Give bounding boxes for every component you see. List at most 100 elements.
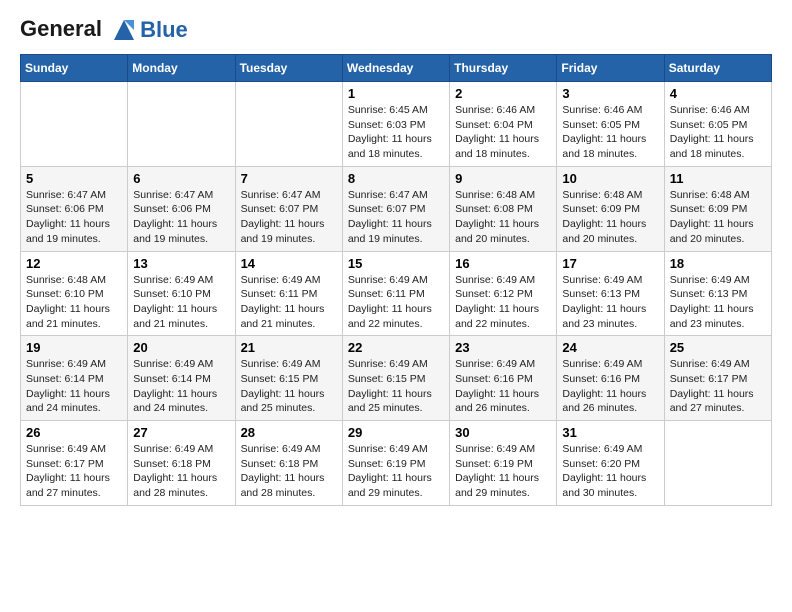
calendar-cell: 30 Sunrise: 6:49 AMSunset: 6:19 PMDayligh… <box>450 421 557 506</box>
calendar-cell: 16 Sunrise: 6:49 AMSunset: 6:12 PMDayligh… <box>450 251 557 336</box>
day-info: Sunrise: 6:49 AMSunset: 6:13 PMDaylight:… <box>562 273 658 332</box>
day-number: 21 <box>241 340 337 355</box>
calendar-cell: 27 Sunrise: 6:49 AMSunset: 6:18 PMDayligh… <box>128 421 235 506</box>
day-number: 27 <box>133 425 229 440</box>
calendar-cell: 12 Sunrise: 6:48 AMSunset: 6:10 PMDayligh… <box>21 251 128 336</box>
calendar-table: SundayMondayTuesdayWednesdayThursdayFrid… <box>20 54 772 506</box>
day-number: 11 <box>670 171 766 186</box>
calendar-cell: 29 Sunrise: 6:49 AMSunset: 6:19 PMDayligh… <box>342 421 449 506</box>
week-row-4: 19 Sunrise: 6:49 AMSunset: 6:14 PMDayligh… <box>21 336 772 421</box>
day-number: 29 <box>348 425 444 440</box>
calendar-cell <box>21 82 128 167</box>
day-info: Sunrise: 6:48 AMSunset: 6:10 PMDaylight:… <box>26 273 122 332</box>
day-info: Sunrise: 6:46 AMSunset: 6:05 PMDaylight:… <box>562 103 658 162</box>
day-number: 24 <box>562 340 658 355</box>
day-number: 5 <box>26 171 122 186</box>
calendar-cell: 19 Sunrise: 6:49 AMSunset: 6:14 PMDayligh… <box>21 336 128 421</box>
calendar-cell: 5 Sunrise: 6:47 AMSunset: 6:06 PMDaylight… <box>21 166 128 251</box>
day-number: 12 <box>26 256 122 271</box>
calendar-cell: 20 Sunrise: 6:49 AMSunset: 6:14 PMDayligh… <box>128 336 235 421</box>
day-number: 30 <box>455 425 551 440</box>
day-number: 1 <box>348 86 444 101</box>
day-number: 16 <box>455 256 551 271</box>
logo-general: General <box>20 16 102 41</box>
day-info: Sunrise: 6:47 AMSunset: 6:06 PMDaylight:… <box>26 188 122 247</box>
calendar-cell: 22Sunrise: 6:49 AMSunset: 6:15 PMDayligh… <box>342 336 449 421</box>
calendar-cell: 1 Sunrise: 6:45 AMSunset: 6:03 PMDaylight… <box>342 82 449 167</box>
day-info: Sunrise: 6:47 AMSunset: 6:07 PMDaylight:… <box>241 188 337 247</box>
calendar-cell: 21 Sunrise: 6:49 AMSunset: 6:15 PMDayligh… <box>235 336 342 421</box>
calendar-cell: 18 Sunrise: 6:49 AMSunset: 6:13 PMDayligh… <box>664 251 771 336</box>
calendar-cell: 13Sunrise: 6:49 AMSunset: 6:10 PMDayligh… <box>128 251 235 336</box>
day-info: Sunrise: 6:48 AMSunset: 6:09 PMDaylight:… <box>670 188 766 247</box>
week-row-3: 12 Sunrise: 6:48 AMSunset: 6:10 PMDayligh… <box>21 251 772 336</box>
calendar-cell: 3Sunrise: 6:46 AMSunset: 6:05 PMDaylight… <box>557 82 664 167</box>
day-info: Sunrise: 6:45 AMSunset: 6:03 PMDaylight:… <box>348 103 444 162</box>
calendar-cell: 6Sunrise: 6:47 AMSunset: 6:06 PMDaylight… <box>128 166 235 251</box>
day-number: 19 <box>26 340 122 355</box>
calendar-cell: 26 Sunrise: 6:49 AMSunset: 6:17 PMDayligh… <box>21 421 128 506</box>
day-number: 28 <box>241 425 337 440</box>
day-info: Sunrise: 6:49 AMSunset: 6:17 PMDaylight:… <box>670 357 766 416</box>
weekday-saturday: Saturday <box>664 55 771 82</box>
day-info: Sunrise: 6:49 AMSunset: 6:19 PMDaylight:… <box>348 442 444 501</box>
day-number: 6 <box>133 171 229 186</box>
day-info: Sunrise: 6:49 AMSunset: 6:14 PMDaylight:… <box>26 357 122 416</box>
day-info: Sunrise: 6:49 AMSunset: 6:19 PMDaylight:… <box>455 442 551 501</box>
day-info: Sunrise: 6:47 AMSunset: 6:07 PMDaylight:… <box>348 188 444 247</box>
day-number: 31 <box>562 425 658 440</box>
calendar-cell: 31Sunrise: 6:49 AMSunset: 6:20 PMDayligh… <box>557 421 664 506</box>
logo: General Blue <box>20 16 188 44</box>
day-number: 4 <box>670 86 766 101</box>
day-info: Sunrise: 6:49 AMSunset: 6:14 PMDaylight:… <box>133 357 229 416</box>
day-number: 25 <box>670 340 766 355</box>
calendar-cell <box>128 82 235 167</box>
header: General Blue <box>20 16 772 44</box>
day-info: Sunrise: 6:49 AMSunset: 6:18 PMDaylight:… <box>241 442 337 501</box>
calendar-cell: 11 Sunrise: 6:48 AMSunset: 6:09 PMDayligh… <box>664 166 771 251</box>
day-info: Sunrise: 6:49 AMSunset: 6:10 PMDaylight:… <box>133 273 229 332</box>
day-number: 9 <box>455 171 551 186</box>
day-info: Sunrise: 6:49 AMSunset: 6:12 PMDaylight:… <box>455 273 551 332</box>
day-info: Sunrise: 6:49 AMSunset: 6:16 PMDaylight:… <box>562 357 658 416</box>
day-number: 2 <box>455 86 551 101</box>
calendar-cell: 25 Sunrise: 6:49 AMSunset: 6:17 PMDayligh… <box>664 336 771 421</box>
day-info: Sunrise: 6:49 AMSunset: 6:13 PMDaylight:… <box>670 273 766 332</box>
week-row-5: 26 Sunrise: 6:49 AMSunset: 6:17 PMDayligh… <box>21 421 772 506</box>
calendar-cell: 8Sunrise: 6:47 AMSunset: 6:07 PMDaylight… <box>342 166 449 251</box>
page: General Blue SundayMondayTuesdayWednesda… <box>0 0 792 522</box>
day-info: Sunrise: 6:46 AMSunset: 6:04 PMDaylight:… <box>455 103 551 162</box>
weekday-friday: Friday <box>557 55 664 82</box>
calendar-cell: 23Sunrise: 6:49 AMSunset: 6:16 PMDayligh… <box>450 336 557 421</box>
day-info: Sunrise: 6:49 AMSunset: 6:17 PMDaylight:… <box>26 442 122 501</box>
weekday-monday: Monday <box>128 55 235 82</box>
calendar-cell: 17 Sunrise: 6:49 AMSunset: 6:13 PMDayligh… <box>557 251 664 336</box>
day-number: 7 <box>241 171 337 186</box>
day-info: Sunrise: 6:49 AMSunset: 6:11 PMDaylight:… <box>348 273 444 332</box>
logo-icon <box>110 16 138 44</box>
day-number: 17 <box>562 256 658 271</box>
day-number: 10 <box>562 171 658 186</box>
weekday-wednesday: Wednesday <box>342 55 449 82</box>
calendar-cell: 28 Sunrise: 6:49 AMSunset: 6:18 PMDayligh… <box>235 421 342 506</box>
day-number: 26 <box>26 425 122 440</box>
day-number: 23 <box>455 340 551 355</box>
weekday-header-row: SundayMondayTuesdayWednesdayThursdayFrid… <box>21 55 772 82</box>
calendar-cell: 14Sunrise: 6:49 AMSunset: 6:11 PMDayligh… <box>235 251 342 336</box>
weekday-thursday: Thursday <box>450 55 557 82</box>
day-info: Sunrise: 6:49 AMSunset: 6:15 PMDaylight:… <box>241 357 337 416</box>
day-number: 18 <box>670 256 766 271</box>
calendar-cell: 24 Sunrise: 6:49 AMSunset: 6:16 PMDayligh… <box>557 336 664 421</box>
calendar-cell: 7 Sunrise: 6:47 AMSunset: 6:07 PMDaylight… <box>235 166 342 251</box>
day-number: 15 <box>348 256 444 271</box>
calendar-cell: 2 Sunrise: 6:46 AMSunset: 6:04 PMDaylight… <box>450 82 557 167</box>
calendar-cell: 15 Sunrise: 6:49 AMSunset: 6:11 PMDayligh… <box>342 251 449 336</box>
week-row-2: 5 Sunrise: 6:47 AMSunset: 6:06 PMDaylight… <box>21 166 772 251</box>
calendar-cell: 4 Sunrise: 6:46 AMSunset: 6:05 PMDaylight… <box>664 82 771 167</box>
day-info: Sunrise: 6:46 AMSunset: 6:05 PMDaylight:… <box>670 103 766 162</box>
day-info: Sunrise: 6:48 AMSunset: 6:09 PMDaylight:… <box>562 188 658 247</box>
day-info: Sunrise: 6:49 AMSunset: 6:18 PMDaylight:… <box>133 442 229 501</box>
day-number: 20 <box>133 340 229 355</box>
calendar-cell <box>664 421 771 506</box>
logo-blue: Blue <box>140 18 188 42</box>
